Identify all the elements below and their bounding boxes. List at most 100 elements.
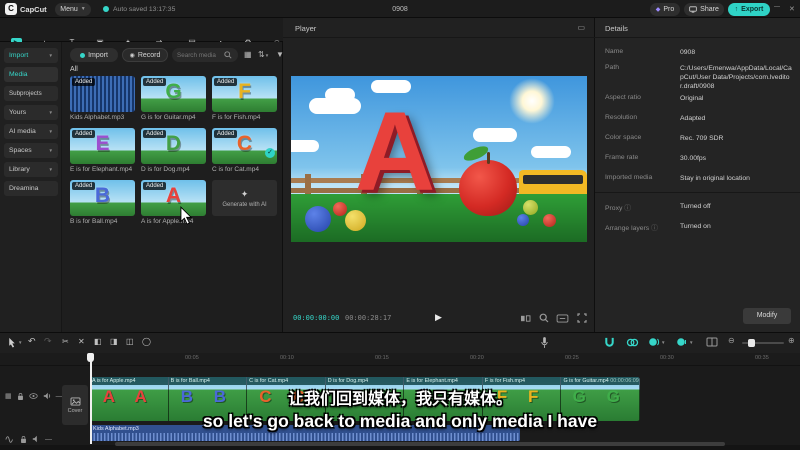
- details-header: Details: [595, 18, 800, 38]
- audio-wave-icon[interactable]: [5, 435, 15, 443]
- sidebar-item-spaces[interactable]: Spaces ▼: [4, 143, 58, 158]
- timeline-ruler[interactable]: 00:05 00:10 00:15 00:20 00:25 00:30 00:3…: [0, 353, 800, 366]
- apple-stem: [487, 152, 490, 164]
- horizontal-scrollbar[interactable]: [115, 442, 725, 446]
- chevron-down-icon: ▼: [48, 110, 53, 115]
- media-item-audio[interactable]: Added: [70, 76, 135, 112]
- picture-in-picture-icon[interactable]: ▭: [577, 23, 585, 32]
- menu-button[interactable]: Menu ▼: [55, 2, 91, 16]
- ball-yellow: [345, 210, 366, 231]
- close-button[interactable]: ✕: [789, 5, 795, 13]
- apple: [459, 160, 517, 216]
- crop-icon[interactable]: ◯: [142, 337, 151, 346]
- trim-right-icon[interactable]: ◨: [110, 337, 118, 346]
- app-name: CapCut: [20, 5, 47, 14]
- modify-button[interactable]: Modify: [743, 308, 791, 324]
- title-bar: C CapCut Menu ▼ Auto saved 13:17:35 0908…: [0, 0, 800, 18]
- sidebar-item-library[interactable]: Library ▼: [4, 162, 58, 177]
- sidebar-item-ai-media[interactable]: AI media ▼: [4, 124, 58, 139]
- play-button[interactable]: ▶: [435, 312, 442, 323]
- ball-red-small: [333, 202, 347, 216]
- search-box[interactable]: [172, 48, 238, 62]
- pro-button[interactable]: ◆ Pro: [650, 2, 680, 16]
- autosave-dot-icon: [103, 6, 109, 12]
- lock-icon[interactable]: [20, 435, 27, 444]
- diamond-icon: ◆: [655, 6, 661, 13]
- sort-icon[interactable]: ⇅▼: [258, 50, 269, 59]
- zoom-in-icon[interactable]: ⊕: [788, 336, 795, 345]
- mirror-icon[interactable]: ◫: [126, 337, 134, 346]
- media-item-name: A is for Apple.mp4: [141, 218, 194, 225]
- preview-canvas[interactable]: A: [291, 76, 587, 242]
- details-panel: Details Name 0908 Path C:/Users/Emenwa/A…: [595, 18, 800, 332]
- chevron-down-icon: ▼: [48, 148, 53, 153]
- chevron-down-icon: ▼: [48, 53, 53, 58]
- media-item-video[interactable]: E Added: [70, 128, 135, 164]
- undo-icon[interactable]: ↶: [28, 336, 36, 347]
- minimize-button[interactable]: —: [774, 4, 780, 10]
- media-item-video[interactable]: G Added: [141, 76, 206, 112]
- grid-view-icon[interactable]: ▦: [244, 50, 252, 59]
- cloud: [531, 146, 571, 158]
- sidebar-item-dreamina[interactable]: Dreamina: [4, 181, 58, 196]
- details-divider: [595, 192, 800, 193]
- collapse-track-icon[interactable]: —: [45, 436, 52, 443]
- redo-icon[interactable]: ↷: [44, 336, 52, 347]
- player-title: Player: [295, 24, 317, 33]
- record-button[interactable]: ◉ Record: [122, 48, 168, 62]
- sidebar-item-import[interactable]: Import ▼: [4, 48, 58, 63]
- compare-icon[interactable]: [520, 314, 531, 323]
- media-item-name: G is for Guitar.mp4: [141, 114, 196, 121]
- media-item-name: Kids Alphabet.mp3: [70, 114, 125, 121]
- export-label: Export: [741, 5, 764, 13]
- trim-left-icon[interactable]: ◧: [94, 337, 102, 346]
- ribbon-tabs: ▶ Media ♪ Audio T Text ▣ Stickers ✦ Effe…: [0, 18, 288, 55]
- media-sidebar: Import ▼ Media Subprojects Yours ▼ AI me…: [0, 42, 62, 332]
- sidebar-item-subprojects[interactable]: Subprojects: [4, 86, 58, 101]
- chevron-down-icon: ▼: [80, 6, 86, 12]
- snap-magnet-icon[interactable]: [604, 337, 615, 348]
- current-time: 00:00:00:00: [293, 314, 340, 322]
- track-height-icon[interactable]: ▼: [676, 337, 693, 347]
- sidebar-item-yours[interactable]: Yours ▼: [4, 105, 58, 120]
- ai-sparkle-icon: ✦: [240, 188, 249, 199]
- zoom-slider-handle[interactable]: [748, 339, 755, 347]
- share-button[interactable]: Share: [684, 2, 724, 16]
- media-filter-all[interactable]: All: [70, 66, 78, 73]
- autosave-status: Auto saved 13:17:35: [113, 5, 176, 13]
- split-screen-icon[interactable]: [706, 337, 718, 347]
- audio-track-header: —: [0, 432, 60, 446]
- export-button[interactable]: ↑ Export: [728, 2, 770, 16]
- subtitle-english: so let's go back to media and only media…: [202, 411, 598, 431]
- share-screen-icon: [689, 5, 697, 13]
- media-item-video[interactable]: C Added ✓: [212, 128, 277, 164]
- focus-zoom-icon[interactable]: [539, 313, 549, 323]
- chevron-down-icon: ▼: [48, 129, 53, 134]
- player-header: Player ▭: [283, 18, 595, 38]
- generate-with-ai-tile[interactable]: ✦ Generate with AI: [212, 180, 277, 216]
- voiceover-mic-icon[interactable]: [540, 336, 549, 349]
- mute-speaker-icon[interactable]: [32, 435, 40, 443]
- split-icon[interactable]: ✂: [62, 337, 69, 346]
- media-item-video[interactable]: B Added: [70, 180, 135, 216]
- import-media-button[interactable]: Import: [70, 48, 118, 62]
- added-check-icon: ✓: [265, 148, 275, 158]
- search-input[interactable]: [177, 51, 221, 59]
- scene-letter: A: [354, 89, 436, 214]
- media-item-video[interactable]: A Added: [141, 180, 206, 216]
- zoom-out-icon[interactable]: ⊖: [728, 336, 735, 345]
- select-tool-icon[interactable]: ▼: [8, 337, 22, 348]
- link-icon[interactable]: [626, 337, 639, 348]
- import-dot-icon: [80, 52, 86, 58]
- ripple-icon[interactable]: ▼: [648, 337, 665, 347]
- media-item-video[interactable]: F Added: [212, 76, 277, 112]
- delete-icon[interactable]: ✕: [78, 337, 85, 346]
- menu-label: Menu: [60, 5, 78, 13]
- sidebar-item-media[interactable]: Media: [4, 67, 58, 82]
- fullscreen-icon[interactable]: [577, 313, 587, 323]
- media-item-video[interactable]: D Added: [141, 128, 206, 164]
- timeline-zoom-slider[interactable]: [742, 339, 784, 347]
- export-upload-icon: ↑: [734, 5, 739, 13]
- resolution-icon[interactable]: [556, 314, 569, 323]
- cloud: [291, 140, 319, 152]
